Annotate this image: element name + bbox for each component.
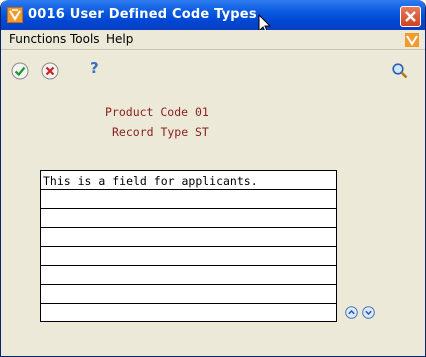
description-grid: This is a field for applicants. <box>40 170 337 322</box>
grid-row[interactable] <box>41 228 336 247</box>
application-window: 0016 User Defined Code Types Functions T… <box>0 0 426 357</box>
menu-functions[interactable]: Functions <box>9 32 66 46</box>
chevron-down-icon <box>362 306 375 319</box>
menu-bar: Functions Tools Help <box>1 30 425 50</box>
brand-logo-icon <box>405 33 419 47</box>
grid-row[interactable] <box>41 266 336 285</box>
page-up-button[interactable] <box>345 306 358 319</box>
window-title: 0016 User Defined Code Types <box>28 7 257 22</box>
grid-cell[interactable]: This is a field for applicants. <box>43 174 258 188</box>
record-type-label: Record Type <box>112 125 189 139</box>
toolbar: ? <box>1 59 425 88</box>
grid-row[interactable] <box>41 304 336 323</box>
product-code-label: Product Code <box>105 105 189 119</box>
grid-row[interactable] <box>41 209 336 228</box>
record-type-value: ST <box>195 125 209 139</box>
help-button[interactable]: ? <box>90 59 110 79</box>
grid-row[interactable]: This is a field for applicants. <box>41 171 336 190</box>
menu-tools[interactable]: Tools <box>70 32 100 46</box>
chevron-up-icon <box>345 306 358 319</box>
grid-row[interactable] <box>41 247 336 266</box>
cancel-button[interactable] <box>41 62 61 82</box>
close-icon <box>405 11 416 22</box>
page-down-button[interactable] <box>362 306 375 319</box>
product-code-value: 01 <box>195 105 209 119</box>
menu-help[interactable]: Help <box>106 32 133 46</box>
close-button[interactable] <box>400 6 421 27</box>
cancel-icon <box>41 62 59 80</box>
grid-row[interactable] <box>41 285 336 304</box>
app-logo-icon <box>7 7 23 23</box>
title-bar[interactable]: 0016 User Defined Code Types <box>1 0 425 30</box>
checkmark-icon <box>11 62 29 80</box>
magnifier-icon <box>392 63 408 79</box>
search-button[interactable] <box>391 62 411 82</box>
ok-button[interactable] <box>11 62 31 82</box>
grid-row[interactable] <box>41 190 336 209</box>
